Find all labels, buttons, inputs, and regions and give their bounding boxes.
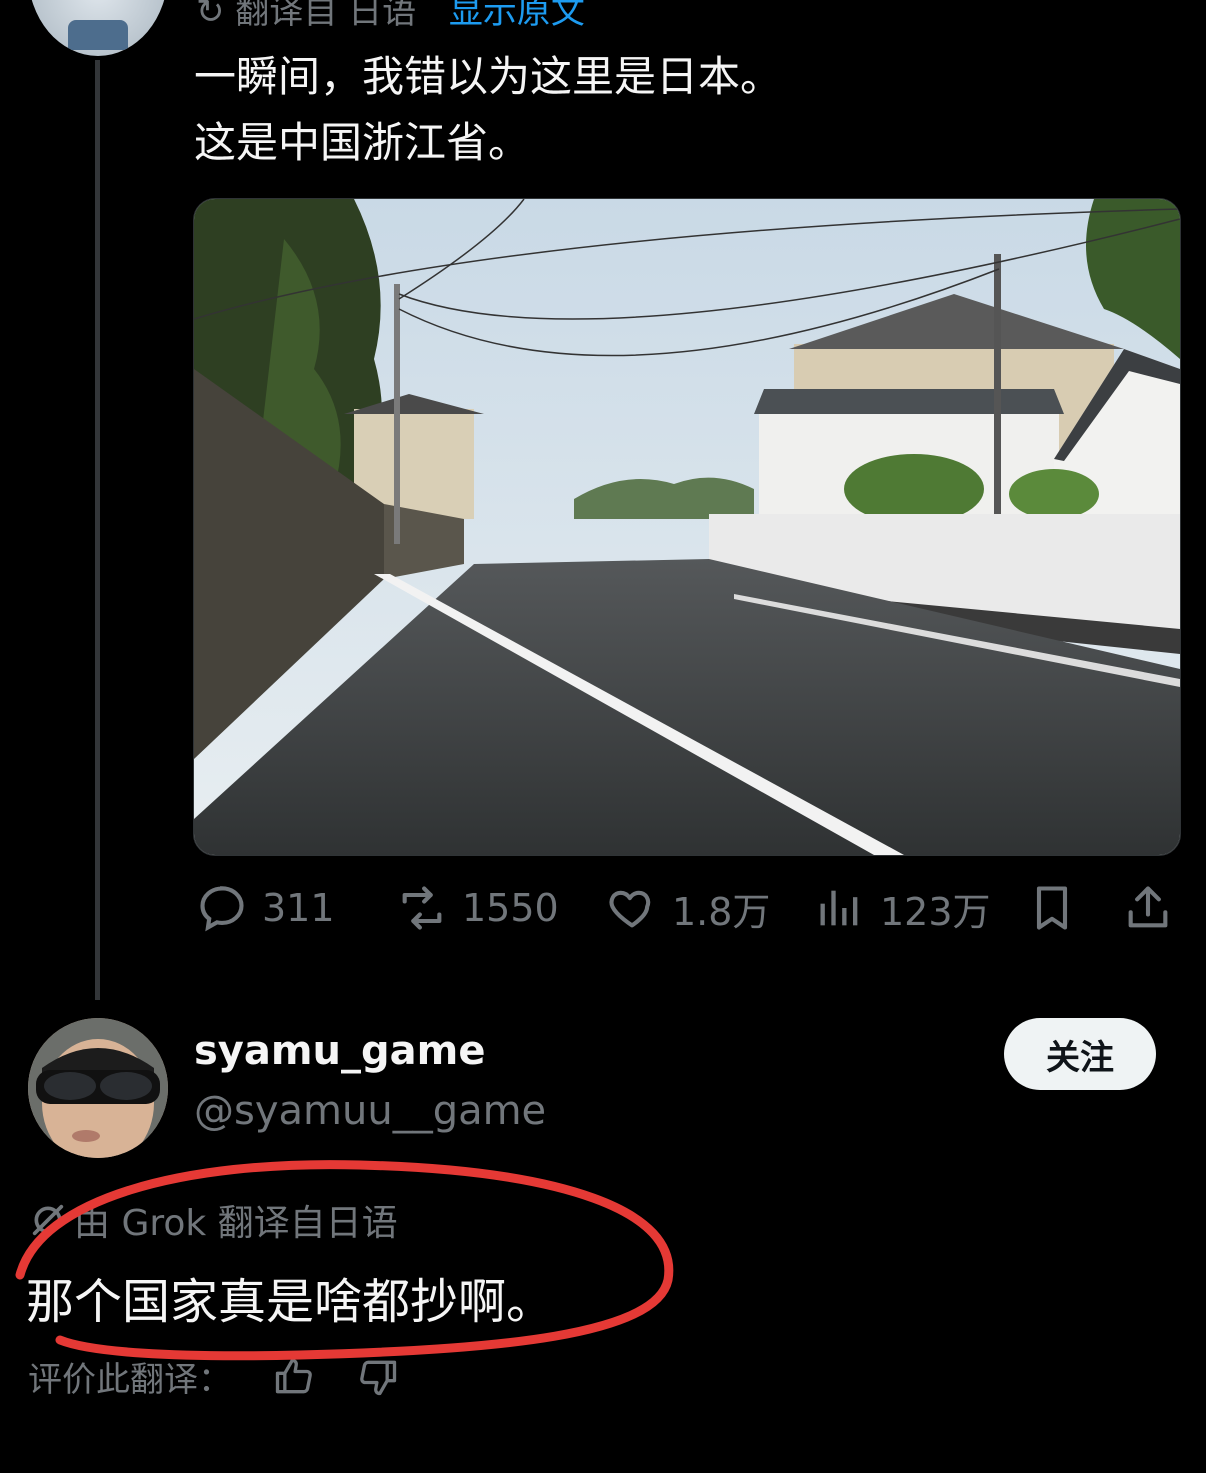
bookmark-action[interactable] bbox=[1026, 876, 1092, 940]
thumbs-down-icon[interactable] bbox=[356, 1355, 400, 1399]
reply-display-name[interactable]: syamu_game bbox=[194, 1028, 485, 1074]
post-action-bar: 311 1550 1.8万 123万 bbox=[196, 876, 1176, 940]
share-action[interactable] bbox=[1122, 876, 1188, 940]
avatar-face-illustration bbox=[28, 1018, 168, 1158]
road-photo-illustration bbox=[194, 199, 1180, 855]
post-photo[interactable] bbox=[193, 198, 1181, 856]
share-icon bbox=[1128, 886, 1168, 928]
reply-text: 那个国家真是啥都抄啊。 bbox=[26, 1274, 555, 1330]
like-action[interactable]: 1.8万 bbox=[606, 876, 770, 940]
rate-translation-row: 评价此翻译： bbox=[28, 1352, 400, 1401]
like-count: 1.8万 bbox=[672, 889, 771, 934]
page: ↻ 翻译自 日语 显示原文 一瞬间，我错以为这里是日本。 这是中国浙江省。 31… bbox=[0, 0, 1206, 1473]
grok-translation-label: 由 Grok 翻译自日语 bbox=[74, 1203, 398, 1244]
avatar-shirt bbox=[68, 20, 128, 50]
retweet-icon bbox=[402, 886, 442, 930]
show-original-link[interactable]: 显示原文 bbox=[449, 0, 585, 32]
original-author-avatar[interactable] bbox=[28, 0, 168, 56]
retweet-count: 1550 bbox=[462, 886, 559, 930]
grok-icon bbox=[32, 1204, 64, 1236]
reply-action[interactable]: 311 bbox=[196, 876, 335, 940]
retweet-action[interactable]: 1550 bbox=[396, 876, 559, 940]
view-count: 123万 bbox=[880, 889, 991, 934]
analytics-icon bbox=[820, 890, 858, 926]
bookmark-icon bbox=[1036, 886, 1068, 930]
thread-connector-line bbox=[95, 60, 100, 1000]
views-action[interactable]: 123万 bbox=[814, 876, 991, 940]
rate-translation-label: 评价此翻译： bbox=[28, 1360, 232, 1400]
reply-icon bbox=[200, 886, 244, 932]
reply-handle[interactable]: @syamuu__game bbox=[194, 1088, 546, 1134]
follow-button[interactable]: 关注 bbox=[1004, 1018, 1156, 1090]
grok-translation-row: 由 Grok 翻译自日语 bbox=[28, 1194, 398, 1246]
original-post-text: 一瞬间，我错以为这里是日本。 这是中国浙江省。 bbox=[194, 52, 783, 167]
red-circle-annotation bbox=[15, 1160, 674, 1361]
heart-icon bbox=[609, 890, 651, 928]
original-translation-row: ↻ 翻译自 日语 显示原文 bbox=[196, 0, 585, 33]
translate-icon: ↻ bbox=[196, 0, 236, 32]
reply-author-avatar[interactable] bbox=[28, 1018, 168, 1158]
reply-count: 311 bbox=[262, 886, 335, 930]
original-translate-label: 翻译自 日语 bbox=[235, 0, 417, 32]
thumbs-up-icon[interactable] bbox=[272, 1355, 316, 1399]
